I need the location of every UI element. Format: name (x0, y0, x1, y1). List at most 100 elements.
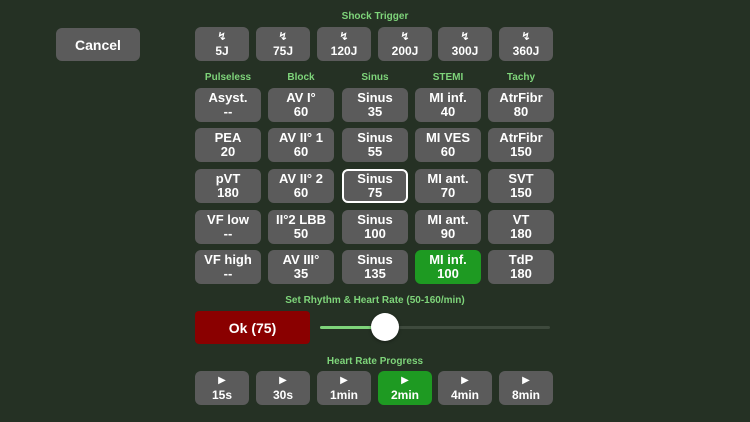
progress-duration-label: 8min (511, 387, 540, 402)
shock-button[interactable]: ↯ 360J (499, 27, 553, 61)
rhythm-name: Sinus (357, 90, 393, 105)
rhythm-rate: 180 (217, 185, 239, 200)
rhythm-rate: 180 (510, 226, 532, 241)
rhythm-name: MI VES (425, 130, 471, 145)
play-icon: ▶ (461, 374, 469, 386)
ok-button[interactable]: Ok (75) (195, 311, 310, 344)
rhythm-button[interactable]: PEA 20 (195, 128, 261, 162)
rhythm-name: MI inf. (429, 90, 467, 105)
cancel-button[interactable]: Cancel (56, 28, 140, 61)
play-icon: ▶ (401, 374, 409, 386)
rhythm-button[interactable]: VT 180 (488, 210, 554, 244)
rhythm-name: II°2 LBB (276, 212, 326, 227)
rhythm-button[interactable]: AV II° 1 60 (268, 128, 334, 162)
rhythm-rate: 60 (440, 144, 456, 159)
rhythm-rate: 80 (513, 104, 529, 119)
rhythm-name: PEA (214, 130, 242, 145)
rhythm-rate: 40 (440, 104, 456, 119)
heart-rate-progress-title: Heart Rate Progress (326, 356, 424, 367)
rhythm-name: VF low (207, 212, 249, 227)
heart-rate-slider[interactable] (320, 326, 550, 329)
shock-button[interactable]: ↯ 300J (438, 27, 492, 61)
shock-energy-label: 120J (330, 43, 358, 58)
rhythm-name: pVT (215, 171, 241, 186)
rhythm-button[interactable]: Sinus 135 (342, 250, 408, 284)
rhythm-rate: -- (223, 266, 233, 281)
progress-button[interactable]: ▶ 15s (195, 371, 249, 405)
rhythm-button[interactable]: AtrFibr 150 (488, 128, 554, 162)
rhythm-button[interactable]: MI inf. 100 (415, 250, 481, 284)
rhythm-name: MI ant. (427, 212, 469, 227)
rhythm-rate: 90 (440, 226, 456, 241)
rhythm-name: VT (512, 212, 530, 227)
lightning-icon: ↯ (521, 30, 531, 43)
column-header: STEMI (432, 72, 464, 83)
rhythm-rate: 180 (510, 266, 532, 281)
progress-duration-label: 1min (329, 387, 358, 402)
shock-button[interactable]: ↯ 75J (256, 27, 310, 61)
shock-trigger-title: Shock Trigger (341, 11, 409, 22)
rhythm-button[interactable]: SVT 150 (488, 169, 554, 203)
rhythm-button[interactable]: AV I° 60 (268, 88, 334, 122)
shock-energy-label: 75J (272, 43, 294, 58)
shock-energy-label: 5J (215, 43, 229, 58)
rhythm-button[interactable]: pVT 180 (195, 169, 261, 203)
rhythm-name: AtrFibr (499, 90, 543, 105)
rhythm-name: Sinus (357, 130, 393, 145)
rhythm-rate: 150 (510, 144, 532, 159)
progress-button[interactable]: ▶ 2min (378, 371, 432, 405)
rhythm-name: VF high (204, 252, 252, 267)
play-icon: ▶ (340, 374, 348, 386)
rhythm-name: MI inf. (429, 252, 467, 267)
rhythm-name: AtrFibr (499, 130, 543, 145)
shock-button[interactable]: ↯ 5J (195, 27, 249, 61)
shock-button[interactable]: ↯ 120J (317, 27, 371, 61)
rhythm-button[interactable]: Sinus 75 (342, 169, 408, 203)
rhythm-name: Asyst. (208, 90, 248, 105)
rhythm-rate: 55 (367, 144, 383, 159)
rhythm-name: Sinus (357, 212, 393, 227)
lightning-icon: ↯ (339, 30, 349, 43)
progress-button[interactable]: ▶ 30s (256, 371, 310, 405)
rhythm-rate: 150 (510, 185, 532, 200)
rhythm-button[interactable]: AV III° 35 (268, 250, 334, 284)
progress-duration-label: 2min (390, 387, 419, 402)
progress-button[interactable]: ▶ 8min (499, 371, 553, 405)
progress-button[interactable]: ▶ 1min (317, 371, 371, 405)
play-icon: ▶ (218, 374, 226, 386)
rhythm-rate: 20 (220, 144, 236, 159)
rhythm-name: SVT (508, 171, 534, 186)
rhythm-button[interactable]: II°2 LBB 50 (268, 210, 334, 244)
lightning-icon: ↯ (460, 30, 470, 43)
rhythm-button[interactable]: MI ant. 90 (415, 210, 481, 244)
column-header: Tachy (506, 72, 536, 83)
rhythm-rate: 50 (293, 226, 309, 241)
rhythm-name: AV I° (286, 90, 316, 105)
rhythm-rate: -- (223, 226, 233, 241)
rhythm-name: AV II° 1 (279, 130, 323, 145)
rhythm-button[interactable]: TdP 180 (488, 250, 554, 284)
rhythm-rate: 35 (367, 104, 383, 119)
rhythm-button[interactable]: VF low -- (195, 210, 261, 244)
rhythm-button[interactable]: MI inf. 40 (415, 88, 481, 122)
rhythm-button[interactable]: AV II° 2 60 (268, 169, 334, 203)
rhythm-button[interactable]: MI VES 60 (415, 128, 481, 162)
progress-duration-label: 30s (272, 387, 294, 402)
rhythm-button[interactable]: Asyst. -- (195, 88, 261, 122)
rhythm-button[interactable]: Sinus 55 (342, 128, 408, 162)
shock-button[interactable]: ↯ 200J (378, 27, 432, 61)
rhythm-button[interactable]: AtrFibr 80 (488, 88, 554, 122)
slider-thumb[interactable] (371, 313, 399, 341)
set-rhythm-title: Set Rhythm & Heart Rate (50-160/min) (285, 295, 465, 306)
rhythm-button[interactable]: Sinus 100 (342, 210, 408, 244)
play-icon: ▶ (522, 374, 530, 386)
rhythm-rate: -- (223, 104, 233, 119)
shock-energy-label: 300J (451, 43, 479, 58)
rhythm-button[interactable]: VF high -- (195, 250, 261, 284)
rhythm-name: Sinus (357, 252, 393, 267)
rhythm-name: AV III° (282, 252, 320, 267)
progress-button[interactable]: ▶ 4min (438, 371, 492, 405)
rhythm-button[interactable]: Sinus 35 (342, 88, 408, 122)
rhythm-button[interactable]: MI ant. 70 (415, 169, 481, 203)
rhythm-name: MI ant. (427, 171, 469, 186)
